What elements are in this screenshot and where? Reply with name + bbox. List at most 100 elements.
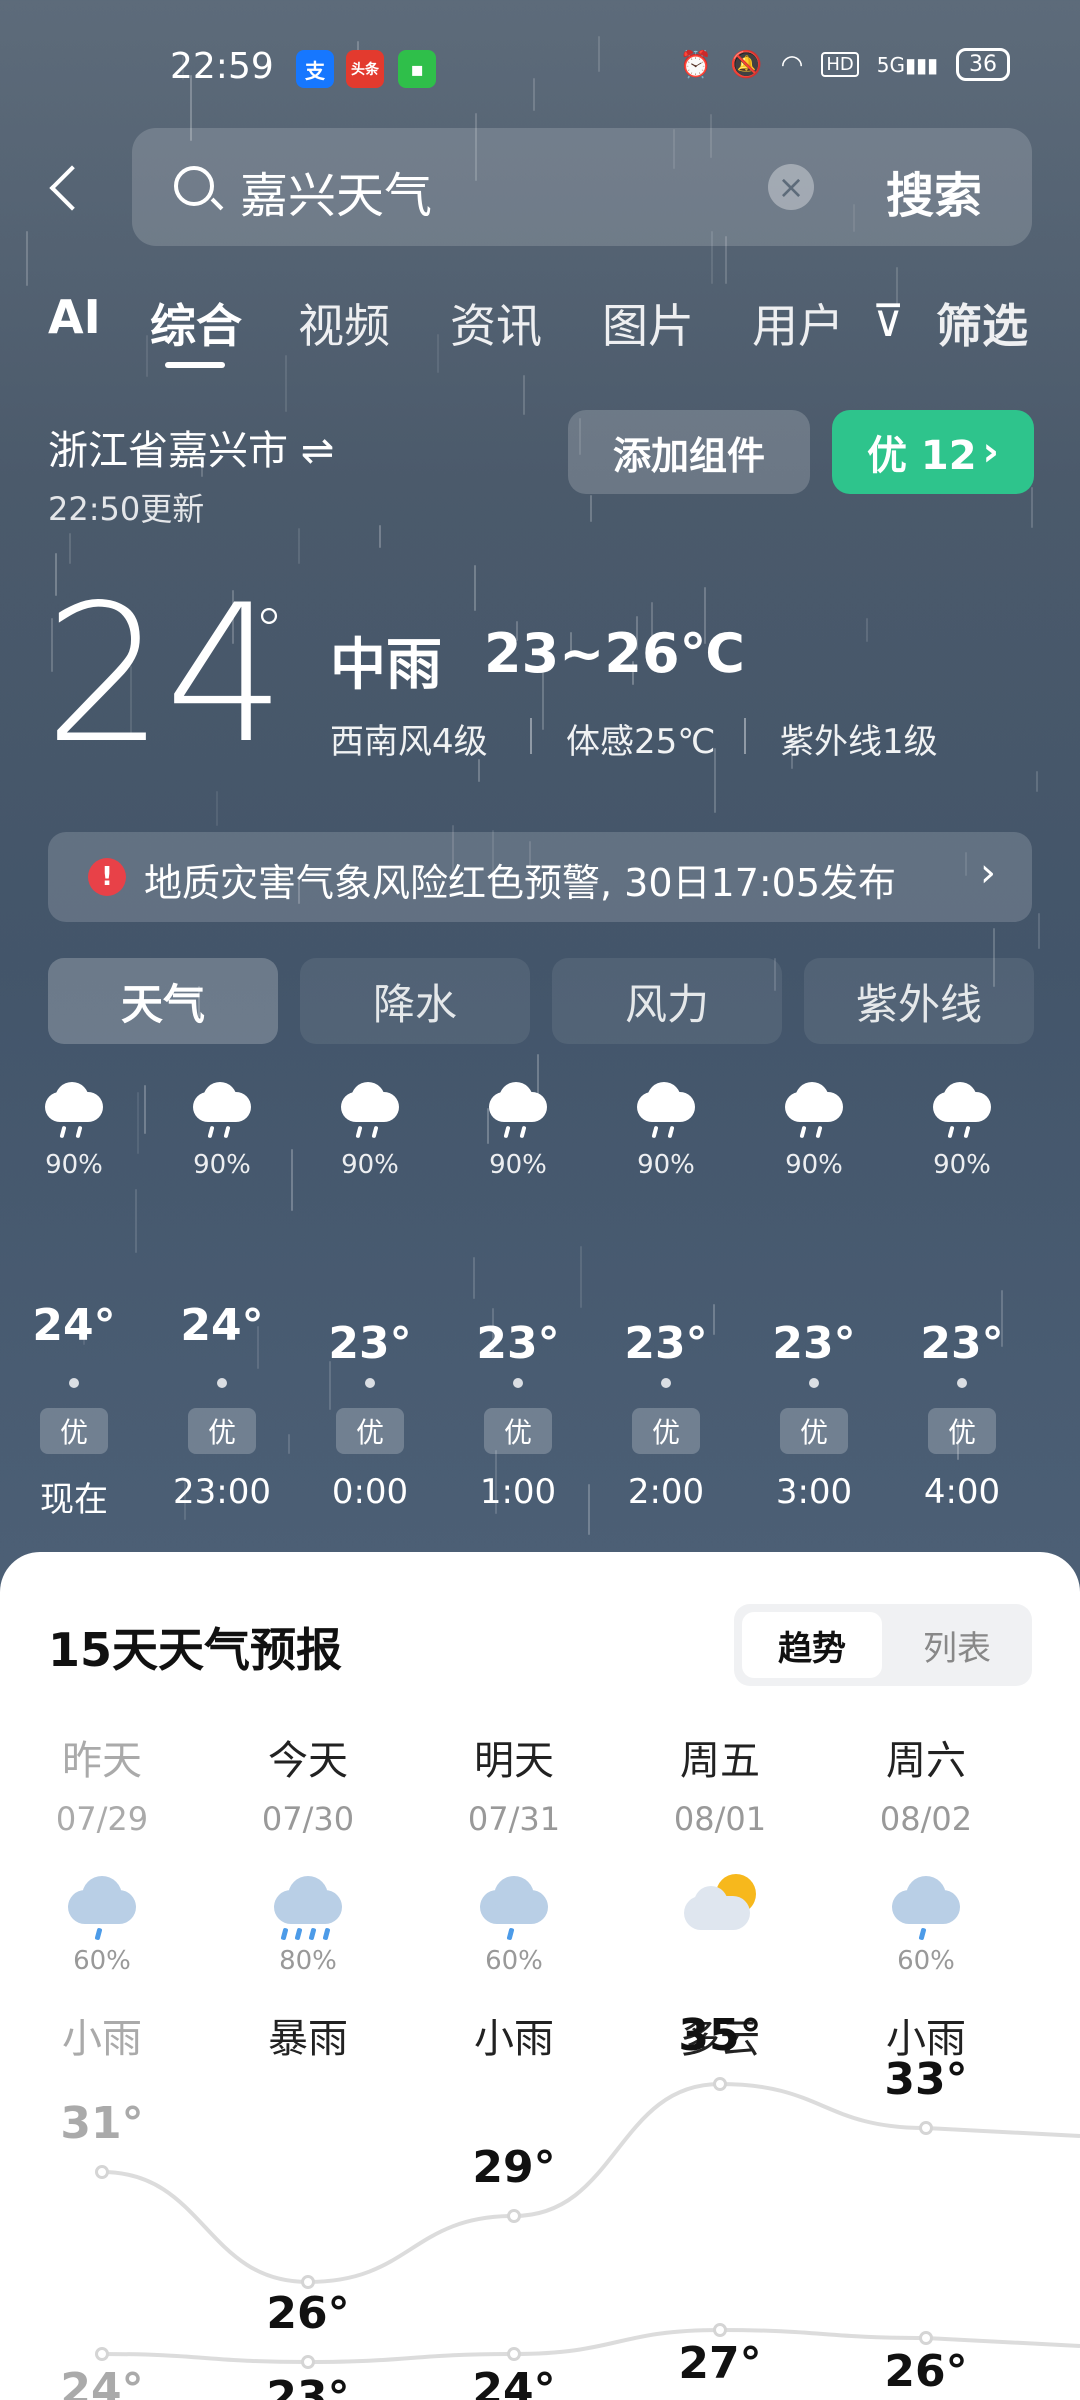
tab-uv[interactable]: 紫外线 bbox=[804, 958, 1034, 1044]
wifi-icon: ◠ bbox=[780, 49, 804, 80]
tab-comprehensive[interactable]: 综合 bbox=[150, 290, 242, 356]
low-temp-label: 26° bbox=[884, 2346, 968, 2397]
hourly-item[interactable]: 90% 23° 优 4:00 bbox=[902, 1080, 1022, 1512]
tab-images[interactable]: 图片 bbox=[602, 290, 694, 356]
temp-point bbox=[713, 2077, 727, 2091]
tab-filter[interactable]: 筛选 bbox=[936, 290, 1028, 356]
temp-point bbox=[919, 2331, 933, 2345]
temperature-range: 23~26℃ bbox=[484, 622, 745, 685]
toutiao-icon: 头条 bbox=[346, 50, 384, 88]
light-rain-icon bbox=[474, 1870, 554, 1941]
tab-users[interactable]: 用户 bbox=[752, 290, 844, 356]
air-quality-badge: 优 bbox=[40, 1408, 108, 1454]
weather-alert[interactable]: ! 地质灾害气象风险红色预警, 30日17:05发布 › bbox=[48, 832, 1032, 922]
aqi-button[interactable]: 优 12 › bbox=[832, 410, 1034, 494]
search-box[interactable]: 嘉兴天气 × 搜索 bbox=[132, 128, 1032, 246]
day-date: 07/30 bbox=[261, 1800, 355, 1838]
air-quality-badge: 优 bbox=[632, 1408, 700, 1454]
hour-label: 2:00 bbox=[627, 1472, 705, 1512]
list-toggle[interactable]: 列表 bbox=[890, 1612, 1024, 1678]
chevron-right-icon: › bbox=[982, 429, 1000, 475]
divider bbox=[744, 718, 746, 754]
rain-streak bbox=[379, 525, 381, 548]
hourly-temp: 23° bbox=[920, 1318, 1004, 1369]
hourly-item[interactable]: 90% 24° 优现在 bbox=[14, 1080, 134, 1520]
precip-chance: 60% bbox=[897, 1946, 955, 1976]
day-name: 明天 bbox=[474, 1738, 554, 1784]
chevron-right-icon: › bbox=[980, 850, 996, 896]
forecast-day[interactable]: 明天 07/31 60% 小雨 bbox=[424, 1728, 604, 2064]
rain-streak bbox=[26, 231, 28, 286]
rain-streak bbox=[135, 1189, 137, 1253]
forecast-day[interactable]: 昨天 07/29 60% 小雨 bbox=[12, 1728, 192, 2064]
day-name: 今天 bbox=[268, 1738, 348, 1784]
temp-point bbox=[301, 2355, 315, 2369]
partly-cloudy-icon bbox=[680, 1870, 760, 1940]
hourly-item[interactable]: 90% 23° 优 3:00 bbox=[754, 1080, 874, 1512]
forecast-card: 15天天气预报 趋势 列表 昨天 07/29 60% 小雨 今天 07/30 80% 暴雨 明天… bbox=[0, 1552, 1080, 2400]
alert-text: 地质灾害气象风险红色预警, 30日17:05发布 bbox=[144, 861, 897, 905]
temp-point bbox=[507, 2209, 521, 2223]
high-temp-label: 35° bbox=[678, 2010, 762, 2061]
day-condition: 小雨 bbox=[474, 2016, 554, 2062]
day-date: 08/02 bbox=[879, 1800, 973, 1838]
hourly-item[interactable]: 90% 23° 优 1:00 bbox=[458, 1080, 578, 1512]
rain-streak bbox=[523, 375, 525, 415]
high-temp-curve bbox=[101, 2081, 1080, 2285]
tab-news[interactable]: 资讯 bbox=[450, 290, 542, 356]
rain-streak bbox=[137, 1092, 139, 1154]
forecast-day[interactable]: 周六 08/02 60% 小雨 bbox=[836, 1728, 1016, 2064]
mute-icon: 🔕 bbox=[730, 49, 763, 80]
hour-label: 4:00 bbox=[923, 1472, 1001, 1512]
clear-icon[interactable]: × bbox=[768, 164, 814, 210]
add-widget-button[interactable]: 添加组件 bbox=[568, 410, 810, 494]
trend-toggle[interactable]: 趋势 bbox=[742, 1612, 882, 1678]
low-temp-label: 24° bbox=[472, 2364, 556, 2400]
search-button[interactable]: 搜索 bbox=[886, 156, 982, 226]
rain-cloud-icon bbox=[631, 1080, 701, 1139]
precip-chance: 90% bbox=[489, 1150, 547, 1180]
feels-like: 体感25℃ bbox=[566, 722, 716, 762]
search-input[interactable]: 嘉兴天气 bbox=[240, 156, 432, 226]
rain-streak bbox=[1038, 913, 1040, 949]
back-button[interactable] bbox=[42, 160, 92, 220]
temp-dot bbox=[957, 1378, 967, 1388]
divider bbox=[530, 718, 532, 754]
low-temp-label: 23° bbox=[266, 2372, 350, 2400]
hourly-item[interactable]: 90% 23° 优 0:00 bbox=[310, 1080, 430, 1512]
air-quality-badge: 优 bbox=[188, 1408, 256, 1454]
temp-dot bbox=[661, 1378, 671, 1388]
tab-weather[interactable]: 天气 bbox=[48, 958, 278, 1044]
day-condition: 暴雨 bbox=[268, 2016, 348, 2062]
tab-precipitation[interactable]: 降水 bbox=[300, 958, 530, 1044]
temp-dot bbox=[217, 1378, 227, 1388]
temp-dot bbox=[365, 1378, 375, 1388]
precip-chance: 60% bbox=[485, 1946, 543, 1976]
temp-dot bbox=[69, 1378, 79, 1388]
rain-streak bbox=[1031, 487, 1033, 528]
status-bar: 22:59 支 头条 ▪ ⏰ 🔕 ◠ HD 5G▮▮▮ 36 bbox=[0, 0, 1080, 140]
alert-icon: ! bbox=[88, 858, 126, 896]
tab-video[interactable]: 视频 bbox=[298, 290, 390, 356]
day-name: 昨天 bbox=[62, 1738, 142, 1784]
status-time: 22:59 bbox=[170, 46, 274, 87]
hour-label: 0:00 bbox=[331, 1472, 409, 1512]
location-switcher[interactable]: 浙江省嘉兴市 ⇌ bbox=[48, 418, 334, 476]
hourly-item[interactable]: 90% 23° 优 2:00 bbox=[606, 1080, 726, 1512]
temp-point bbox=[713, 2323, 727, 2337]
air-quality-badge: 优 bbox=[780, 1408, 848, 1454]
precip-chance: 60% bbox=[73, 1946, 131, 1976]
rain-streak bbox=[866, 618, 868, 642]
hourly-item[interactable]: 90% 24° 优 23:00 bbox=[162, 1080, 282, 1512]
active-tab-indicator bbox=[165, 362, 225, 368]
hourly-temp: 24° bbox=[180, 1300, 264, 1351]
day-date: 08/01 bbox=[673, 1800, 767, 1838]
filter-icon[interactable]: ⊽ bbox=[872, 296, 904, 347]
day-name: 周五 bbox=[680, 1738, 760, 1784]
forecast-day[interactable]: 今天 07/30 80% 暴雨 bbox=[218, 1728, 398, 2064]
air-quality-badge: 优 bbox=[336, 1408, 404, 1454]
tab-wind[interactable]: 风力 bbox=[552, 958, 782, 1044]
tab-ai[interactable]: AI bbox=[48, 290, 101, 344]
hourly-temp: 23° bbox=[624, 1318, 708, 1369]
rain-streak bbox=[216, 791, 218, 826]
